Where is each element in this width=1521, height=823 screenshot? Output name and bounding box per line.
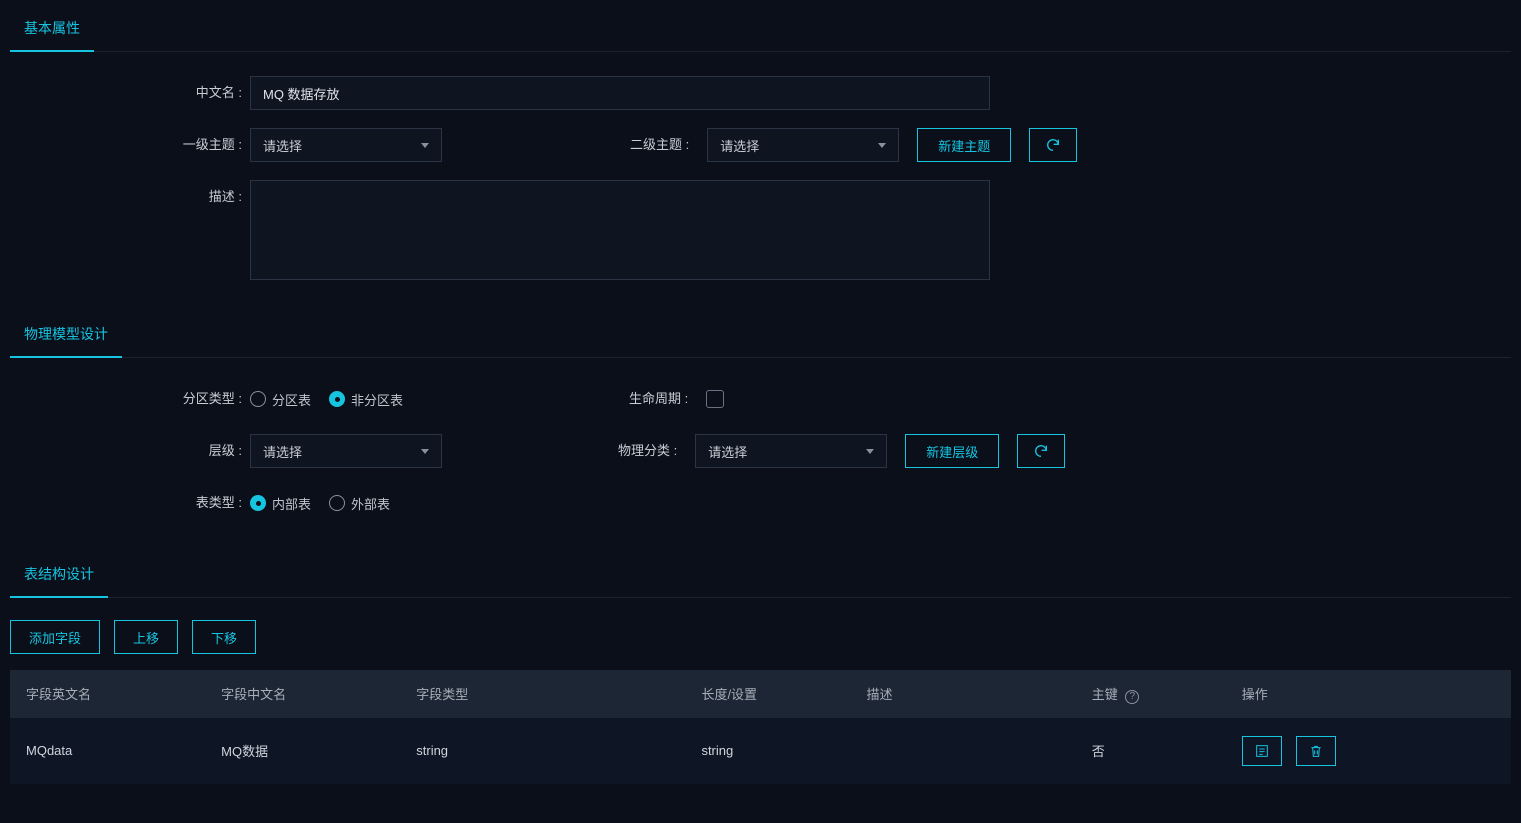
- label-chinese-name: 中文名 :: [10, 76, 242, 110]
- table-row[interactable]: MQdata MQ数据 string string 否: [10, 718, 1511, 784]
- chevron-down-icon: [866, 449, 874, 454]
- chevron-down-icon: [878, 143, 886, 148]
- cell-length-setting: string: [685, 718, 850, 784]
- move-up-button[interactable]: 上移: [114, 620, 178, 654]
- checkbox-lifecycle[interactable]: [706, 390, 724, 408]
- help-icon[interactable]: ?: [1125, 690, 1139, 704]
- section-title-basic: 基本属性: [10, 0, 94, 52]
- col-chinese-name: 字段中文名: [205, 670, 400, 718]
- delete-row-button[interactable]: [1296, 736, 1336, 766]
- col-field-type: 字段类型: [400, 670, 685, 718]
- field-table: 字段英文名 字段中文名 字段类型 长度/设置 描述 主键 ? 操作 MQdata…: [10, 670, 1511, 784]
- label-physical-category: 物理分类 :: [450, 434, 687, 468]
- refresh-icon: [1033, 443, 1049, 459]
- cell-field-type: string: [400, 718, 685, 784]
- radio-non-partition-table[interactable]: 非分区表: [329, 390, 403, 409]
- cell-chinese-name: MQ数据: [205, 718, 400, 784]
- move-down-button[interactable]: 下移: [192, 620, 256, 654]
- radio-non-partition-table-label: 非分区表: [351, 390, 403, 409]
- select-level-value: 请选择: [263, 442, 302, 461]
- select-physical-category-value: 请选择: [708, 442, 747, 461]
- select-physical-category[interactable]: 请选择: [695, 434, 887, 468]
- label-lifecycle: 生命周期 :: [411, 382, 698, 416]
- new-level-button[interactable]: 新建层级: [905, 434, 999, 468]
- chevron-down-icon: [421, 143, 429, 148]
- select-primary-topic[interactable]: 请选择: [250, 128, 442, 162]
- label-partition-type: 分区类型 :: [10, 382, 242, 416]
- cell-primary-key: 否: [1076, 718, 1226, 784]
- select-secondary-topic-value: 请选择: [720, 136, 759, 155]
- cell-english-name: MQdata: [10, 718, 205, 784]
- section-title-structure: 表结构设计: [10, 546, 108, 598]
- radio-partition-table-label: 分区表: [272, 390, 311, 409]
- select-primary-topic-value: 请选择: [263, 136, 302, 155]
- label-table-type: 表类型 :: [10, 486, 242, 520]
- col-description: 描述: [851, 670, 1076, 718]
- new-topic-button[interactable]: 新建主题: [917, 128, 1011, 162]
- refresh-topic-button[interactable]: [1029, 128, 1077, 162]
- select-secondary-topic[interactable]: 请选择: [707, 128, 899, 162]
- radio-internal-table-label: 内部表: [272, 494, 311, 513]
- chevron-down-icon: [421, 449, 429, 454]
- label-secondary-topic: 二级主题 :: [450, 128, 699, 162]
- label-primary-topic: 一级主题 :: [10, 128, 242, 162]
- refresh-level-button[interactable]: [1017, 434, 1065, 468]
- refresh-icon: [1045, 137, 1061, 153]
- edit-row-button[interactable]: [1242, 736, 1282, 766]
- col-length-setting: 长度/设置: [685, 670, 850, 718]
- col-primary-key: 主键 ?: [1076, 670, 1226, 718]
- radio-partition-table[interactable]: 分区表: [250, 390, 311, 409]
- textarea-description[interactable]: [250, 180, 990, 280]
- edit-icon: [1254, 743, 1270, 759]
- col-action: 操作: [1226, 670, 1511, 718]
- radio-external-table[interactable]: 外部表: [329, 494, 390, 513]
- radio-external-table-label: 外部表: [351, 494, 390, 513]
- cell-description: [851, 718, 1076, 784]
- input-chinese-name[interactable]: [250, 76, 990, 110]
- label-level: 层级 :: [10, 434, 242, 468]
- select-level[interactable]: 请选择: [250, 434, 442, 468]
- radio-internal-table[interactable]: 内部表: [250, 494, 311, 513]
- label-description: 描述 :: [10, 180, 242, 214]
- col-english-name: 字段英文名: [10, 670, 205, 718]
- trash-icon: [1308, 743, 1324, 759]
- add-field-button[interactable]: 添加字段: [10, 620, 100, 654]
- section-title-physical: 物理模型设计: [10, 306, 122, 358]
